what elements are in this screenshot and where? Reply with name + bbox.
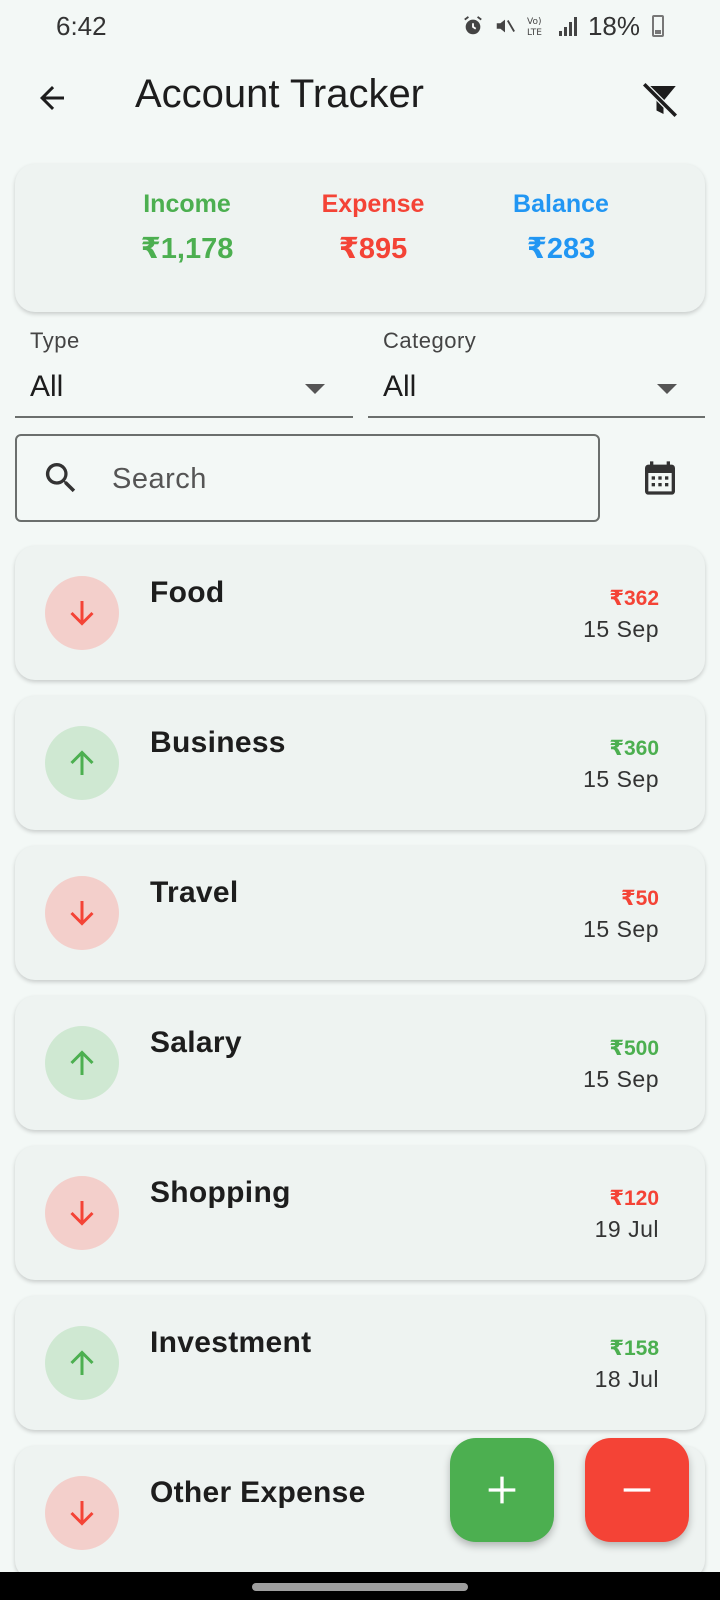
income-badge bbox=[45, 726, 119, 800]
transaction-amount: ₹158 bbox=[609, 1337, 659, 1360]
expense-summary: Expense ₹895 bbox=[283, 190, 463, 266]
transaction-category: Salary bbox=[150, 1026, 242, 1059]
type-value: All bbox=[30, 370, 64, 403]
income-badge bbox=[45, 1326, 119, 1400]
transaction-item[interactable]: Travel ₹50 15 Sep bbox=[15, 846, 705, 980]
type-dropdown[interactable]: Type All bbox=[15, 320, 353, 418]
status-icons: Vo) LTE 18% bbox=[462, 11, 664, 42]
battery-percent: 18% bbox=[587, 10, 640, 41]
transaction-amount: ₹120 bbox=[609, 1187, 659, 1210]
filter-off-icon bbox=[642, 82, 678, 118]
svg-text:Vo): Vo) bbox=[527, 17, 541, 27]
mute-icon bbox=[494, 14, 516, 38]
arrow-up-icon bbox=[70, 1050, 94, 1075]
plus-icon bbox=[488, 1476, 516, 1504]
arrow-down-icon bbox=[70, 901, 94, 926]
arrow-up-icon bbox=[70, 750, 94, 775]
battery-icon bbox=[652, 15, 664, 37]
expense-badge bbox=[45, 576, 119, 650]
search-icon bbox=[45, 463, 76, 493]
signal-icon bbox=[558, 14, 578, 38]
balance-summary: Balance ₹283 bbox=[471, 190, 651, 266]
search-field[interactable] bbox=[15, 434, 600, 522]
page-title: Account Tracker bbox=[135, 72, 425, 116]
transaction-amount: ₹360 bbox=[609, 737, 659, 760]
transaction-date: 19 Jul bbox=[594, 1216, 659, 1242]
transaction-item[interactable]: Investment ₹158 18 Jul bbox=[15, 1296, 705, 1430]
expense-label: Expense bbox=[321, 190, 425, 218]
arrow-up-icon bbox=[70, 1350, 94, 1375]
expense-badge bbox=[45, 1176, 119, 1250]
balance-label: Balance bbox=[513, 190, 609, 218]
transaction-amount: ₹50 bbox=[621, 887, 659, 910]
income-summary: Income ₹1,178 bbox=[97, 190, 277, 266]
transaction-date: 18 Jul bbox=[594, 1366, 659, 1392]
summary-card: Income ₹1,178 Expense ₹895 Balance ₹283 bbox=[15, 164, 705, 312]
arrow-back-icon bbox=[40, 86, 64, 110]
status-bar: 6:42 Vo) LTE 18% bbox=[0, 0, 720, 52]
volte-icon: Vo) LTE bbox=[526, 14, 548, 38]
clear-filter-button[interactable] bbox=[636, 76, 684, 124]
transaction-item[interactable]: Salary ₹500 15 Sep bbox=[15, 996, 705, 1130]
transaction-date: 15 Sep bbox=[583, 1066, 659, 1092]
type-label: Type bbox=[30, 328, 80, 353]
add-expense-button[interactable] bbox=[585, 1438, 689, 1542]
app-bar: Account Tracker bbox=[0, 58, 720, 138]
transaction-amount: ₹362 bbox=[609, 587, 659, 610]
expense-badge bbox=[45, 1476, 119, 1550]
transaction-date: 15 Sep bbox=[583, 616, 659, 642]
transaction-item[interactable]: Shopping ₹120 19 Jul bbox=[15, 1146, 705, 1280]
transaction-category: Other Expense bbox=[150, 1476, 366, 1509]
transaction-category: Food bbox=[150, 576, 225, 609]
category-value: All bbox=[383, 370, 417, 403]
transaction-item[interactable]: Business ₹360 15 Sep bbox=[15, 696, 705, 830]
transaction-category: Travel bbox=[150, 876, 239, 909]
income-badge bbox=[45, 1026, 119, 1100]
transaction-amount: ₹500 bbox=[609, 1037, 659, 1060]
transaction-category: Shopping bbox=[150, 1176, 291, 1209]
income-label: Income bbox=[143, 190, 231, 218]
arrow-down-icon bbox=[70, 1501, 94, 1526]
status-time: 6:42 bbox=[56, 10, 107, 41]
category-dropdown[interactable]: Category All bbox=[368, 320, 705, 418]
dropdown-arrow-icon bbox=[657, 384, 677, 394]
svg-text:LTE: LTE bbox=[527, 28, 542, 38]
arrow-down-icon bbox=[70, 1201, 94, 1226]
add-income-button[interactable] bbox=[450, 1438, 554, 1542]
transaction-date: 15 Sep bbox=[583, 766, 659, 792]
dropdown-arrow-icon bbox=[305, 384, 325, 394]
income-value: ₹1,178 bbox=[140, 233, 234, 265]
transaction-category: Investment bbox=[150, 1326, 312, 1359]
transaction-item[interactable]: Food ₹362 15 Sep bbox=[15, 546, 705, 680]
search-input[interactable] bbox=[112, 454, 572, 504]
expense-value: ₹895 bbox=[338, 233, 408, 265]
balance-value: ₹283 bbox=[526, 233, 596, 265]
date-filter-button[interactable] bbox=[636, 454, 684, 502]
alarm-icon bbox=[462, 14, 484, 38]
home-gesture-handle[interactable] bbox=[252, 1583, 468, 1591]
transaction-category: Business bbox=[150, 726, 286, 759]
transaction-date: 15 Sep bbox=[583, 916, 659, 942]
expense-badge bbox=[45, 876, 119, 950]
arrow-down-icon bbox=[70, 601, 94, 626]
minus-icon bbox=[623, 1488, 651, 1492]
calendar-icon bbox=[645, 461, 675, 495]
category-label: Category bbox=[383, 328, 477, 353]
back-button[interactable] bbox=[30, 76, 74, 120]
